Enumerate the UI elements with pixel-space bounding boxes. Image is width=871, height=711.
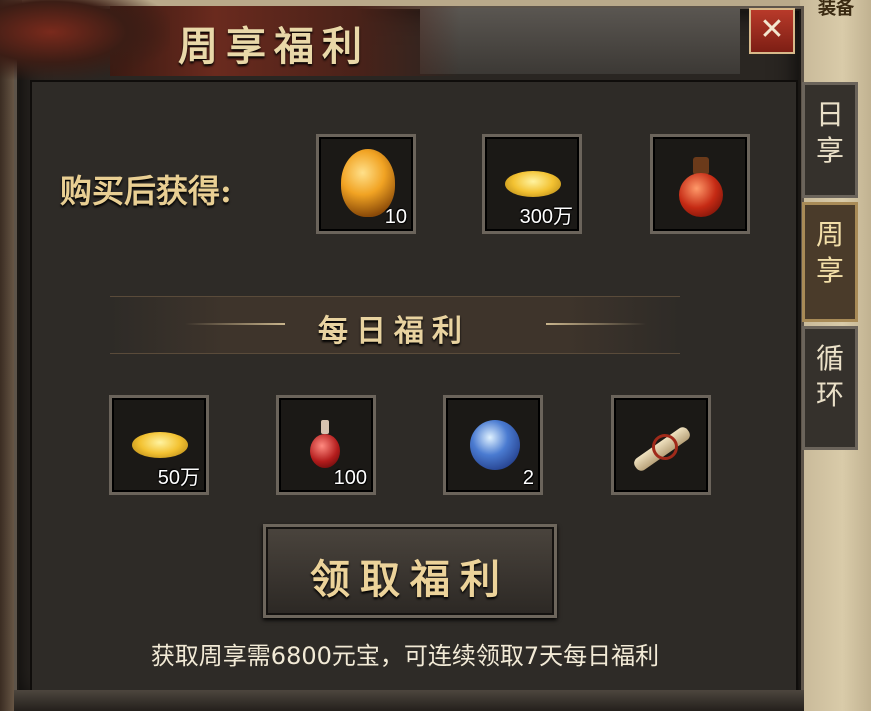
tab-daily[interactable]: 日 享 — [802, 82, 858, 198]
tab-label-char: 日 — [815, 98, 844, 131]
footer-note: 获取周享需6800元宝，可连续领取7天每日福利 — [150, 642, 660, 670]
purchase-reward-slot[interactable] — [650, 134, 750, 234]
header-decoration — [420, 8, 740, 74]
gold-coins-icon — [132, 432, 188, 458]
purchase-label: 购买后获得: — [60, 172, 232, 210]
dragon-ornament-icon — [0, 0, 170, 80]
blue-orb-icon — [470, 420, 520, 470]
daily-reward-slot[interactable]: 50万 — [109, 395, 209, 495]
item-count: 2 — [522, 467, 534, 489]
item-count: 50万 — [157, 467, 200, 489]
tab-label-char: 环 — [815, 378, 844, 411]
tab-label-char: 周 — [815, 218, 844, 251]
tab-label-char: 享 — [815, 134, 844, 167]
corner-label: 装备 — [818, 0, 854, 19]
daily-welfare-title: 每日福利 — [318, 314, 470, 349]
purchase-reward-slot[interactable]: 10 — [316, 134, 416, 234]
tab-label-char: 享 — [815, 254, 844, 287]
daily-reward-slot[interactable]: 2 — [443, 395, 543, 495]
tab-weekly[interactable]: 周 享 — [802, 202, 858, 322]
close-button[interactable]: ✕ — [749, 8, 795, 54]
item-count: 10 — [384, 206, 407, 228]
daily-reward-slot[interactable] — [611, 395, 711, 495]
banner-ornament-left — [185, 323, 285, 325]
item-count: 300万 — [519, 206, 573, 228]
tab-label-char: 循 — [815, 342, 844, 375]
claim-welfare-button[interactable]: 领取福利 — [263, 524, 557, 618]
potion-neck — [321, 420, 329, 434]
banner-ornament-right — [546, 323, 646, 325]
gold-coins-icon — [505, 171, 561, 197]
purchase-reward-slot[interactable]: 300万 — [482, 134, 582, 234]
red-potion-jar-icon — [679, 173, 723, 217]
window-title: 周享福利 — [178, 23, 370, 70]
panel-bottom-frame — [14, 690, 804, 711]
red-potion-icon — [310, 434, 340, 468]
tab-cycle[interactable]: 循 环 — [802, 326, 858, 450]
daily-reward-slot[interactable]: 100 — [276, 395, 376, 495]
item-count: 100 — [333, 467, 367, 489]
claim-button-label: 领取福利 — [310, 556, 510, 603]
